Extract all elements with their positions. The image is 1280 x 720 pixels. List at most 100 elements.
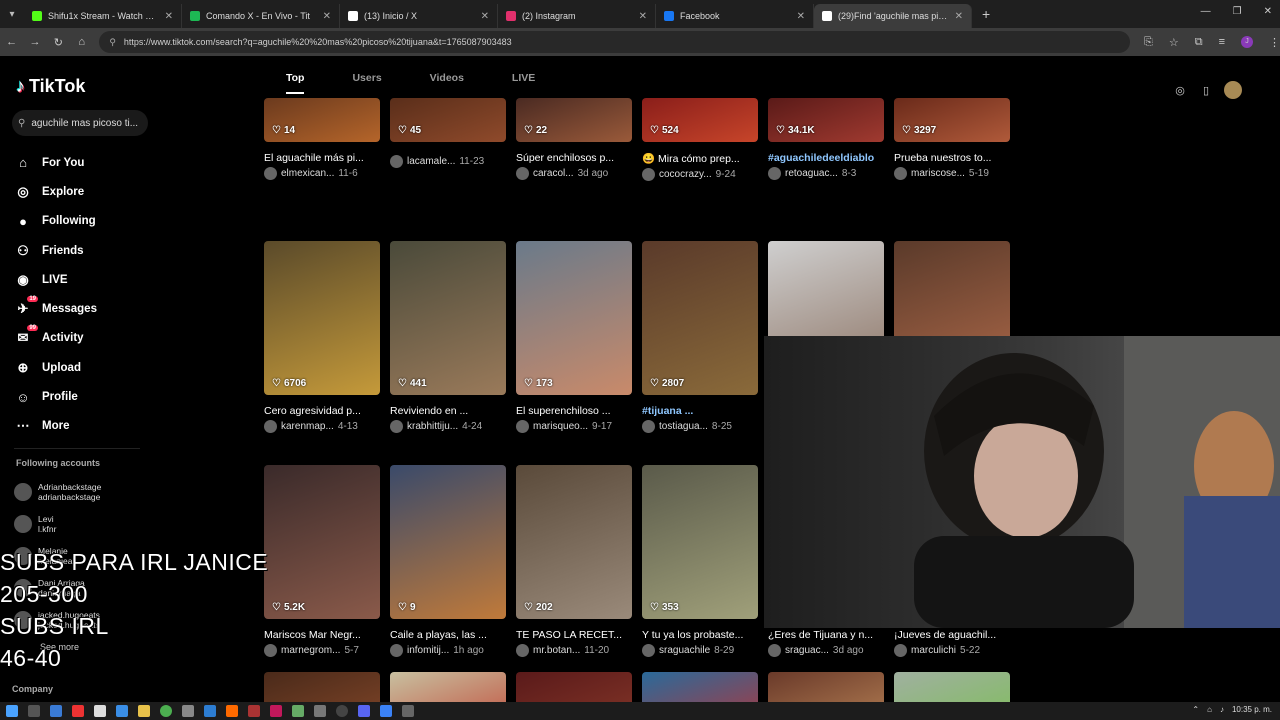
tab-close-icon[interactable]: ✕ [955, 11, 963, 22]
video-caption[interactable]: ¿Eres de Tijuana y n... [768, 629, 884, 641]
taskbar-search-icon[interactable] [28, 705, 40, 717]
taskbar-app-icon[interactable] [270, 705, 282, 717]
video-thumbnail[interactable] [390, 672, 506, 702]
new-tab-button[interactable]: + [982, 6, 990, 22]
minimize-icon[interactable]: — [1201, 6, 1211, 17]
taskbar-app-icon[interactable] [138, 705, 150, 717]
sidebar-item-following[interactable]: ● Following [14, 207, 97, 236]
video-thumbnail[interactable] [516, 672, 632, 702]
video-author[interactable]: caracol... [533, 168, 574, 179]
browser-tab[interactable]: Shifu1x Stream - Watch Live on ✕ [24, 4, 182, 28]
video-caption[interactable]: Mariscos Mar Negr... [264, 629, 380, 641]
video-card[interactable]: ♡ 524 😀 Mira cómo prep... cococrazy... 9-24 [642, 98, 758, 181]
device-icon[interactable]: ▯ [1198, 82, 1214, 98]
video-thumbnail[interactable] [264, 672, 380, 702]
start-icon[interactable] [6, 705, 18, 717]
user-avatar[interactable] [1224, 81, 1242, 99]
video-card[interactable]: ♡ 202 TE PASO LA RECET... mr.botan... 11-20 [516, 465, 632, 657]
company-link[interactable]: Company [12, 684, 53, 694]
sidebar-item-explore[interactable]: ◎ Explore [14, 177, 97, 206]
video-caption[interactable]: Y tu ya los probaste... [642, 629, 758, 641]
video-caption[interactable]: Reviviendo en ... [390, 405, 506, 417]
taskbar-app-icon[interactable] [402, 705, 414, 717]
sidebar-item-activity[interactable]: ✉ 99 Activity [14, 324, 97, 353]
video-author[interactable]: tostiagua... [659, 421, 708, 432]
video-card[interactable] [642, 672, 758, 702]
video-thumbnail[interactable]: ♡ 9 [390, 465, 506, 619]
video-author[interactable]: sraguachile [659, 645, 710, 656]
tab-close-icon[interactable]: ✕ [323, 11, 331, 22]
taskbar-app-icon[interactable] [226, 705, 238, 717]
video-thumbnail[interactable]: ♡ 353 [642, 465, 758, 619]
tab-search-icon[interactable]: ▾ [0, 0, 24, 28]
taskbar-app-icon[interactable] [182, 705, 194, 717]
taskbar-app-icon[interactable] [94, 705, 106, 717]
video-thumbnail[interactable]: ♡ 2807 [642, 241, 758, 395]
browser-tab[interactable]: (2) Instagram ✕ [498, 4, 656, 28]
video-card[interactable]: ♡ 5.2K Mariscos Mar Negr... marnegrom... 5-7 [264, 465, 380, 657]
video-card[interactable] [264, 672, 380, 702]
search-input[interactable]: ⚲ aguchile mas picoso ti... [12, 110, 148, 136]
taskbar-app-icon[interactable] [380, 705, 392, 717]
restore-icon[interactable]: ❐ [1233, 6, 1242, 17]
browser-tab[interactable]: (29)Find 'aguchile mas picoso ti ✕ [814, 4, 972, 28]
video-caption[interactable]: Súper enchilosos p... [516, 152, 632, 164]
tray-chevron-icon[interactable]: ⌃ [1192, 705, 1199, 714]
back-icon[interactable]: ← [0, 36, 23, 48]
following-account[interactable]: Adrianbackstage adrianbackstage [14, 476, 101, 508]
close-icon[interactable]: ✕ [1264, 6, 1272, 17]
video-caption[interactable]: TE PASO LA RECET... [516, 629, 632, 641]
tab-close-icon[interactable]: ✕ [165, 11, 173, 22]
video-caption[interactable]: El aguachile más pi... [264, 152, 380, 164]
video-card[interactable]: ♡ 441 Reviviendo en ... krabhittiju... 4-24 [390, 241, 506, 433]
network-icon[interactable]: ⌂ [1207, 705, 1212, 714]
obs-icon[interactable] [336, 705, 348, 717]
video-author[interactable]: sraguac... [785, 645, 829, 656]
video-caption[interactable]: Prueba nuestros to... [894, 152, 1010, 164]
video-author[interactable]: marnegrom... [281, 645, 340, 656]
video-thumbnail[interactable]: ♡ 524 [642, 98, 758, 142]
video-card[interactable]: ♡ 45 lacamale... 11-23 [390, 98, 506, 168]
sidebar-item-messages[interactable]: ✈ 19 Messages [14, 294, 97, 323]
video-thumbnail[interactable]: ♡ 22 [516, 98, 632, 142]
taskbar-app-icon[interactable] [204, 705, 216, 717]
video-author[interactable]: mr.botan... [533, 645, 580, 656]
video-author[interactable]: karenmap... [281, 421, 334, 432]
video-author[interactable]: mariscose... [911, 168, 965, 179]
video-author[interactable]: cococrazy... [659, 169, 712, 180]
video-card[interactable] [894, 672, 1010, 702]
tab-close-icon[interactable]: ✕ [481, 11, 489, 22]
coins-icon[interactable]: ◎ [1172, 82, 1188, 98]
video-thumbnail[interactable]: ♡ 14 [264, 98, 380, 142]
video-author[interactable]: elmexican... [281, 168, 334, 179]
video-card[interactable]: ♡ 6706 Cero agresividad p... karenmap... 4-1… [264, 241, 380, 433]
tab-videos[interactable]: Videos [430, 72, 464, 94]
media-icon[interactable]: ≡ [1219, 36, 1225, 49]
video-caption[interactable]: 😀 Mira cómo prep... [642, 152, 758, 165]
video-thumbnail[interactable]: ♡ 202 [516, 465, 632, 619]
taskbar-app-icon[interactable] [248, 705, 260, 717]
discord-icon[interactable] [358, 705, 370, 717]
video-card[interactable]: ♡ 2807 #tijuana ... tostiagua... 8-25 [642, 241, 758, 433]
taskbar-app-icon[interactable] [314, 705, 326, 717]
site-info-icon[interactable]: ⚲ [109, 37, 116, 48]
video-thumbnail[interactable]: ♡ 173 [516, 241, 632, 395]
clock[interactable]: 10:35 p. m. [1232, 705, 1272, 714]
tab-close-icon[interactable]: ✕ [639, 11, 647, 22]
forward-icon[interactable]: → [23, 36, 46, 48]
sidebar-item-more[interactable]: ⋯ More [14, 412, 97, 441]
video-caption[interactable]: El superenchiloso ... [516, 405, 632, 417]
video-author[interactable]: marculichi [911, 645, 956, 656]
video-author[interactable]: lacamale... [407, 156, 455, 167]
browser-tab[interactable]: (13) Inicio / X ✕ [340, 4, 498, 28]
sidebar-item-friends[interactable]: ⚇ Friends [14, 236, 97, 265]
video-thumbnail[interactable]: ♡ 45 [390, 98, 506, 142]
taskbar-app-icon[interactable] [72, 705, 84, 717]
extensions-icon[interactable]: ⧉ [1195, 36, 1203, 49]
video-thumbnail[interactable] [768, 672, 884, 702]
video-caption[interactable]: Cero agresividad p... [264, 405, 380, 417]
sidebar-item-for-you[interactable]: ⌂ For You [14, 148, 97, 177]
video-author[interactable]: krabhittiju... [407, 421, 458, 432]
taskbar-app-icon[interactable] [116, 705, 128, 717]
tab-live[interactable]: LIVE [512, 72, 535, 94]
